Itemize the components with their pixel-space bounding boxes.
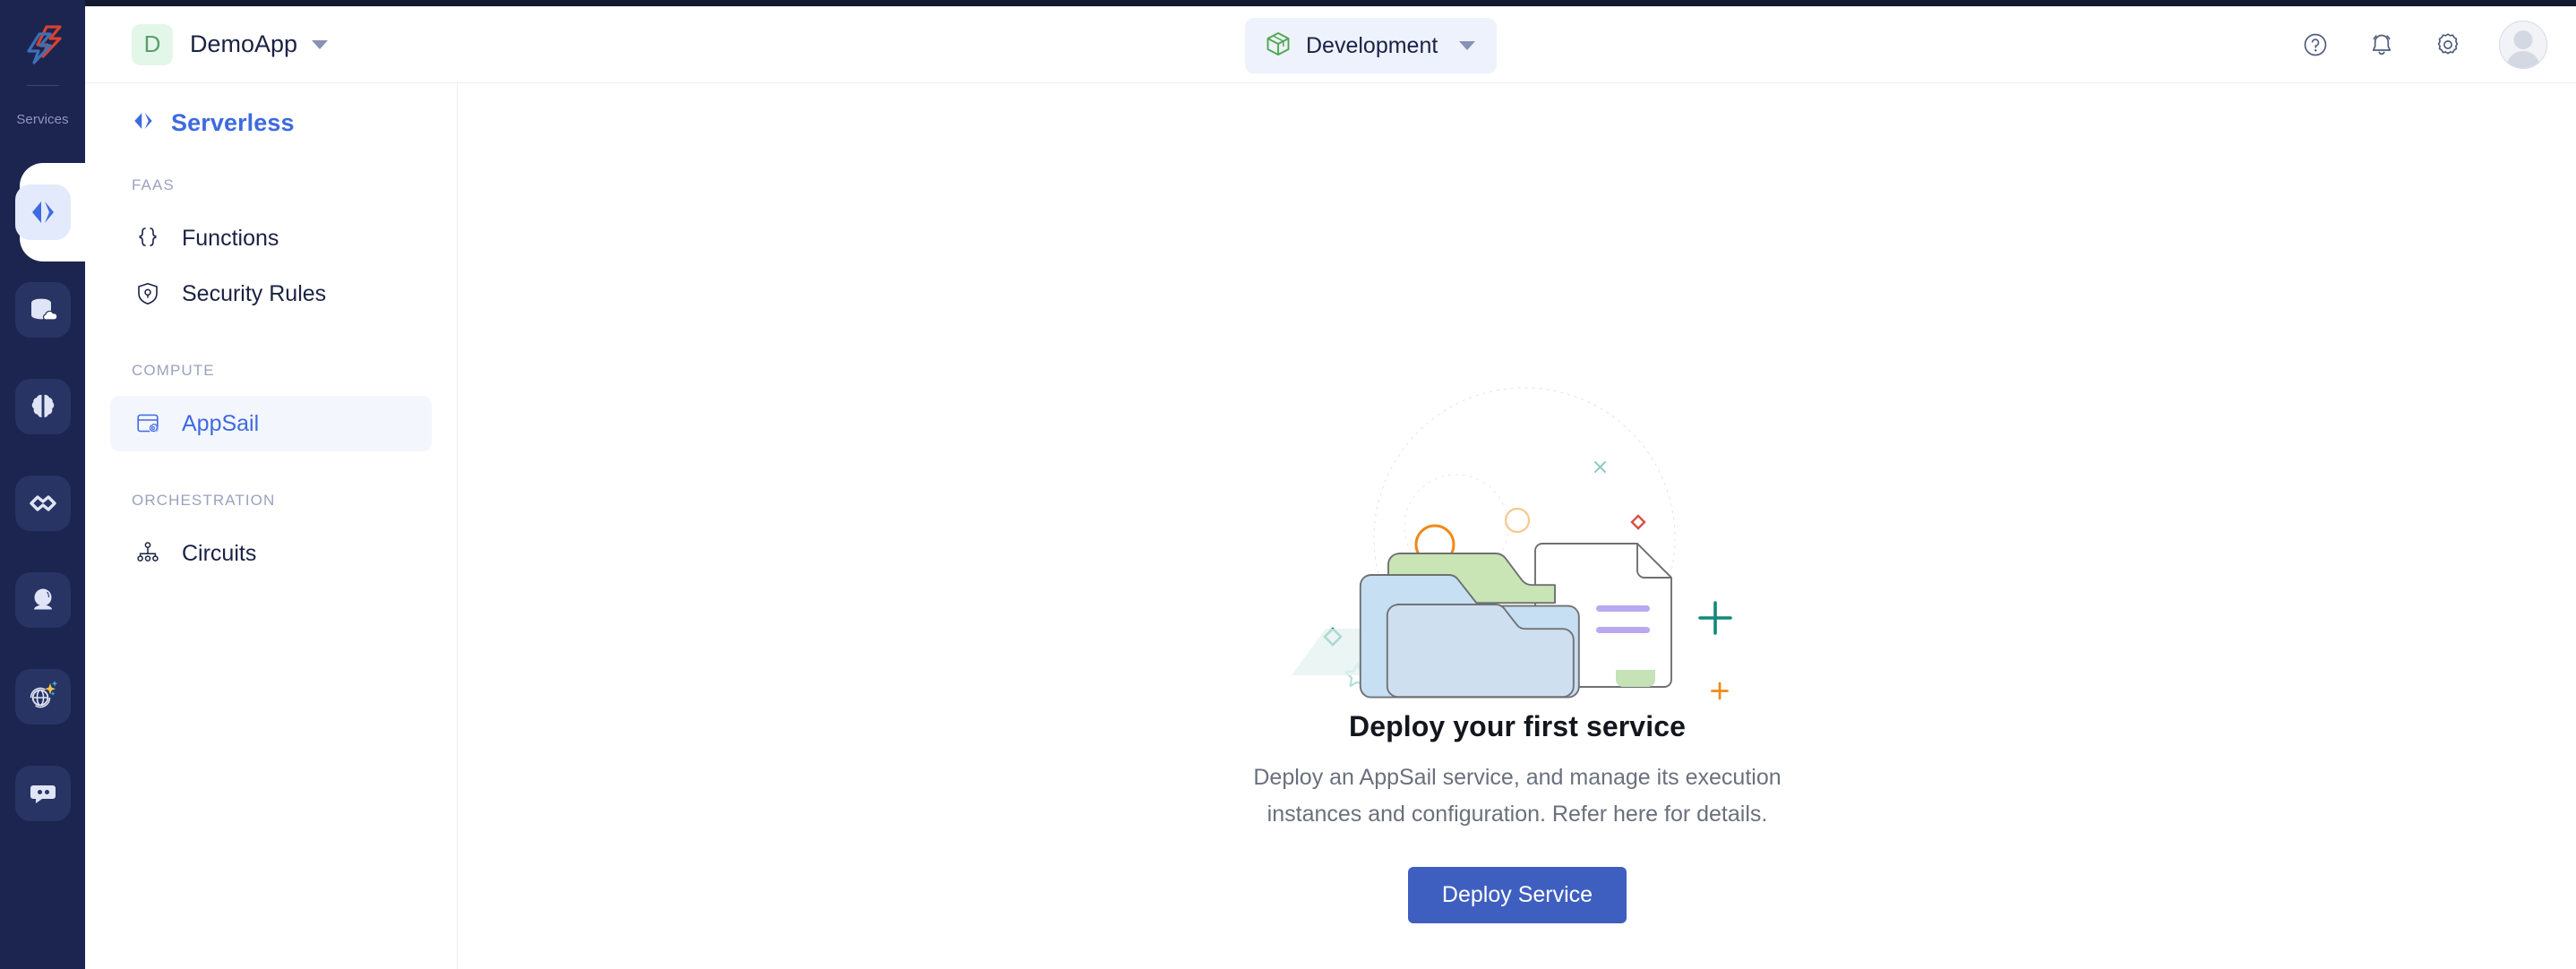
service-icon-rail: Services [0, 0, 85, 969]
brain-icon [14, 379, 71, 434]
sidebar-item-functions[interactable]: Functions [110, 210, 432, 266]
user-avatar[interactable] [2499, 20, 2547, 69]
rail-item-list [0, 131, 85, 842]
nav-group-label-faas: FAAS [132, 176, 175, 193]
chevron-down-icon [1459, 41, 1476, 50]
folder-document-empty-illustration [1114, 379, 1920, 701]
empty-state-description: Deploy an AppSail service, and manage it… [1253, 765, 1782, 827]
rail-services-label: Services [16, 112, 69, 127]
sidebar-item-label: AppSail [182, 410, 260, 436]
main-content-area: Deploy your first service Deploy an AppS… [459, 83, 2576, 969]
sidebar-item-appsail[interactable]: AppSail [110, 396, 432, 451]
nav-group-label-compute: COMPUTE [132, 362, 215, 379]
nav-group-label-orchestration: ORCHESTRATION [132, 492, 276, 509]
avatar-body [2506, 50, 2540, 68]
rail-item-devops[interactable] [0, 455, 85, 552]
browser-gear-icon [130, 411, 166, 436]
curly-braces-icon [130, 226, 166, 251]
rail-item-ai-ml[interactable] [0, 358, 85, 455]
empty-state-title: Deploy your first service [1349, 710, 1686, 742]
globe-sparkle-icon [14, 669, 71, 725]
sidebar-item-label: Security Rules [182, 280, 327, 306]
app-switcher[interactable]: D DemoApp [132, 23, 329, 65]
cube-box-icon [1265, 30, 1292, 62]
environment-name-label: Development [1306, 32, 1438, 58]
gear-settings-icon[interactable] [2433, 30, 2463, 60]
rail-item-web-ai[interactable] [0, 648, 85, 745]
rail-item-messaging[interactable] [0, 745, 85, 842]
window-top-strip [0, 0, 2576, 6]
environment-selector[interactable]: Development [1245, 18, 1498, 73]
database-cloud-icon [14, 282, 71, 338]
header-action-group [2300, 6, 2547, 82]
sidebar-item-security-rules[interactable]: Security Rules [110, 266, 432, 322]
bell-notification-icon[interactable] [2366, 30, 2397, 60]
rail-item-insights[interactable] [0, 552, 85, 648]
sidebar-item-circuits[interactable]: Circuits [110, 526, 432, 581]
crystal-ball-icon [14, 572, 71, 628]
header-bottom-border [85, 82, 2576, 83]
infinity-devops-icon [14, 476, 71, 531]
avatar-head [2513, 30, 2533, 49]
rail-divider [27, 85, 59, 86]
chevron-down-icon [312, 39, 329, 49]
catalyst-chevrons-logo-icon[interactable] [0, 13, 85, 77]
shield-lock-icon [130, 281, 166, 306]
service-sidebar: Serverless FAAS Functions Security Rules… [85, 83, 458, 969]
app-name-label: DemoApp [190, 30, 298, 57]
app-badge-letter: D [132, 23, 173, 65]
deploy-service-button[interactable]: Deploy Service [1407, 867, 1627, 923]
sitemap-nodes-icon [130, 541, 166, 566]
sidebar-title-label: Serverless [171, 109, 295, 136]
chat-bubble-icon [14, 766, 71, 821]
sidebar-title: Serverless [130, 107, 457, 139]
help-circle-icon[interactable] [2300, 30, 2331, 60]
code-brackets-icon [130, 107, 157, 139]
top-header-bar: D DemoApp Development [85, 6, 2576, 82]
app-window: Services D DemoApp Development Serverles… [0, 0, 2576, 969]
empty-state: Deploy your first service Deploy an AppS… [1114, 379, 1920, 923]
rail-item-serverless[interactable] [0, 131, 85, 294]
code-brackets-icon [14, 184, 71, 240]
sidebar-item-label: Functions [182, 225, 279, 251]
notch-cap-top [53, 131, 85, 163]
sidebar-item-label: Circuits [182, 540, 257, 566]
